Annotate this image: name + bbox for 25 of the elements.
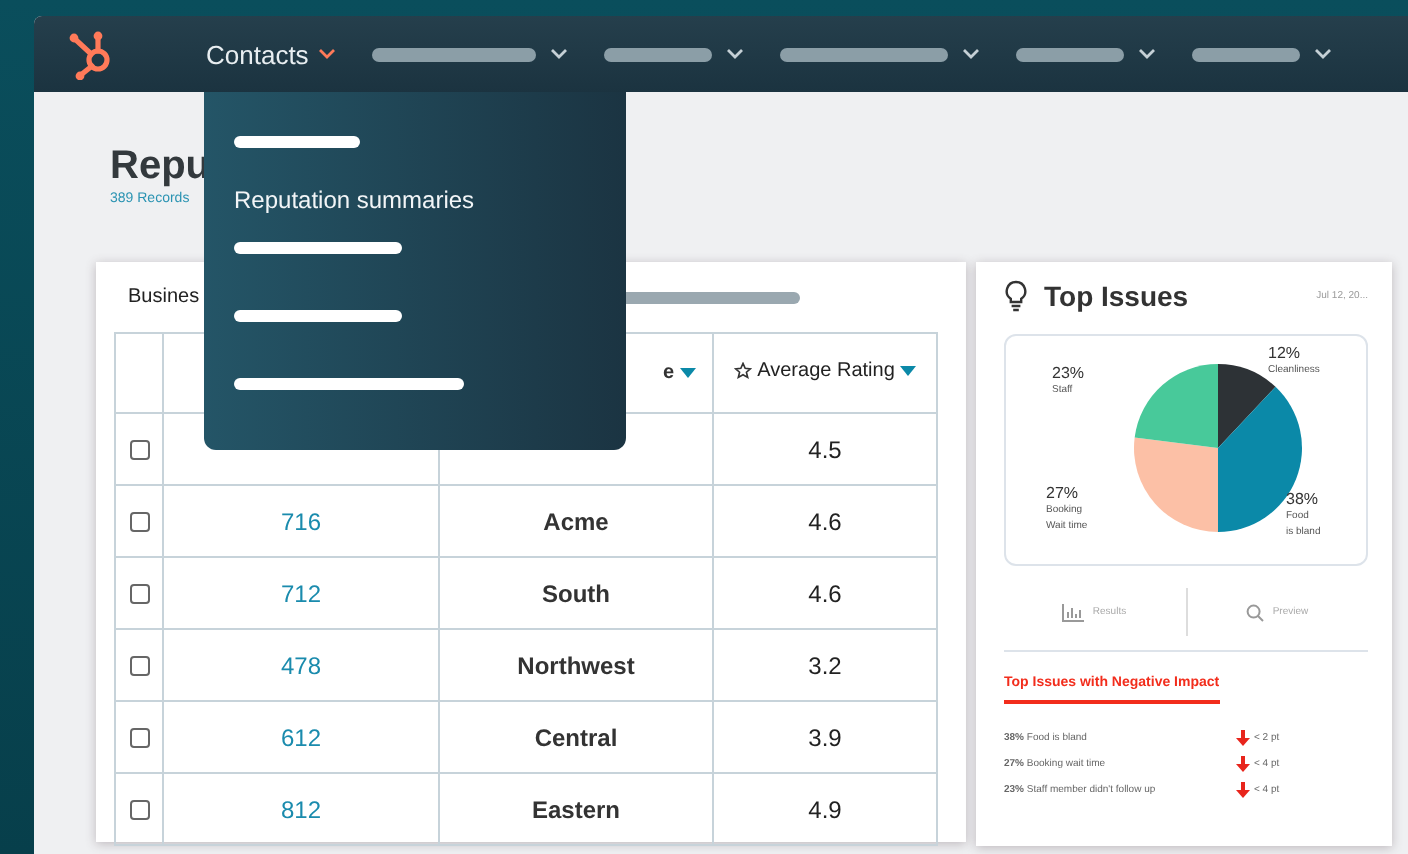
- nav-menu-item[interactable]: Contacts: [206, 39, 337, 69]
- region-cell: Acme: [543, 507, 609, 535]
- column-header[interactable]: e: [662, 362, 696, 384]
- record-id-link[interactable]: 612: [280, 723, 322, 751]
- rating-cell: 3.9: [808, 723, 842, 751]
- slice-percent: 23%: [1052, 364, 1085, 382]
- region-cell: Northwest: [517, 651, 635, 679]
- region-cell: South: [542, 579, 610, 607]
- record-id-link[interactable]: 712: [280, 579, 322, 607]
- rating-cell: 4.6: [808, 579, 842, 607]
- record-id-link[interactable]: 716: [280, 507, 322, 535]
- record-id-link[interactable]: 478: [280, 651, 322, 679]
- rating-cell: 4.9: [808, 795, 842, 823]
- region-cell: Central: [534, 723, 618, 751]
- slice-percent: 12%: [1268, 344, 1303, 362]
- record-id-link[interactable]: 812: [280, 795, 322, 823]
- menu-item[interactable]: Reputation summaries: [234, 184, 475, 216]
- slice-percent: 38%: [1286, 490, 1321, 508]
- rating-cell: 4.6: [808, 507, 842, 535]
- table-tab[interactable]: Busines: [114, 286, 200, 308]
- rating-cell: 4.5: [808, 435, 842, 463]
- rating-cell: 3.2: [808, 651, 842, 679]
- slice-percent: 27%: [1046, 484, 1081, 502]
- card-title: Top Issues: [1044, 280, 1189, 312]
- region-cell: Eastern: [531, 795, 621, 823]
